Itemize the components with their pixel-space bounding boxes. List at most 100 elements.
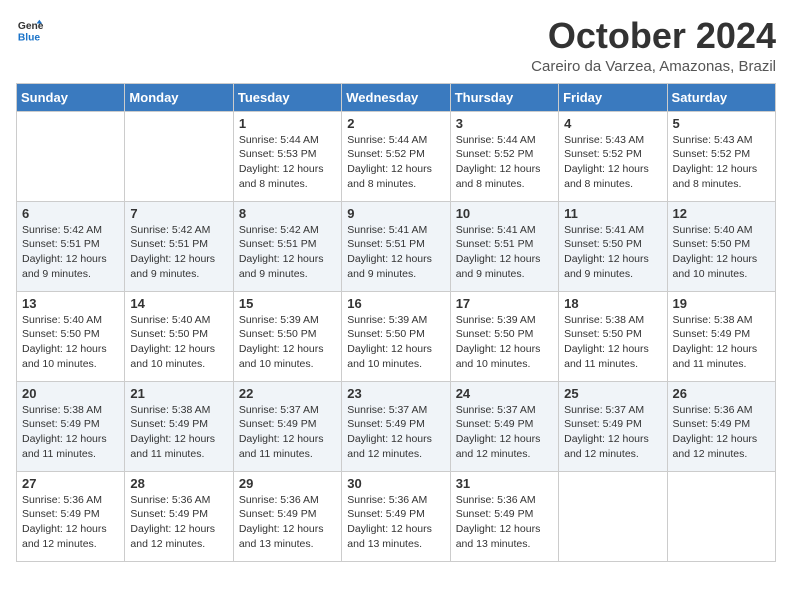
day-number: 4 <box>564 116 661 131</box>
calendar-cell: 20 Sunrise: 5:38 AM Sunset: 5:49 PM Dayli… <box>17 381 125 471</box>
day-info: Sunrise: 5:36 AM Sunset: 5:49 PM Dayligh… <box>347 493 444 552</box>
calendar-week-5: 27 Sunrise: 5:36 AM Sunset: 5:49 PM Dayli… <box>17 471 776 561</box>
calendar-cell: 11 Sunrise: 5:41 AM Sunset: 5:50 PM Dayli… <box>559 201 667 291</box>
day-number: 8 <box>239 206 336 221</box>
calendar-cell: 22Sunrise: 5:37 AM Sunset: 5:49 PM Dayli… <box>233 381 341 471</box>
logo: General Blue <box>16 16 44 44</box>
day-number: 12 <box>673 206 770 221</box>
day-number: 31 <box>456 476 553 491</box>
calendar-cell: 3 Sunrise: 5:44 AM Sunset: 5:52 PM Daylig… <box>450 111 558 201</box>
calendar-cell: 30Sunrise: 5:36 AM Sunset: 5:49 PM Dayli… <box>342 471 450 561</box>
day-number: 6 <box>22 206 119 221</box>
svg-text:Blue: Blue <box>18 32 41 43</box>
day-info: Sunrise: 5:36 AM Sunset: 5:49 PM Dayligh… <box>130 493 227 552</box>
calendar-cell <box>667 471 775 561</box>
day-number: 1 <box>239 116 336 131</box>
day-info: Sunrise: 5:39 AM Sunset: 5:50 PM Dayligh… <box>347 313 444 372</box>
day-info: Sunrise: 5:37 AM Sunset: 5:49 PM Dayligh… <box>456 403 553 462</box>
day-number: 23 <box>347 386 444 401</box>
day-info: Sunrise: 5:38 AM Sunset: 5:49 PM Dayligh… <box>130 403 227 462</box>
day-number: 29 <box>239 476 336 491</box>
calendar-cell: 4Sunrise: 5:43 AM Sunset: 5:52 PM Daylig… <box>559 111 667 201</box>
calendar-cell: 26 Sunrise: 5:36 AM Sunset: 5:49 PM Dayli… <box>667 381 775 471</box>
calendar-cell: 1 Sunrise: 5:44 AM Sunset: 5:53 PM Daylig… <box>233 111 341 201</box>
day-info: Sunrise: 5:38 AM Sunset: 5:49 PM Dayligh… <box>22 403 119 462</box>
day-number: 9 <box>347 206 444 221</box>
day-info: Sunrise: 5:42 AM Sunset: 5:51 PM Dayligh… <box>130 223 227 282</box>
calendar-cell: 9Sunrise: 5:41 AM Sunset: 5:51 PM Daylig… <box>342 201 450 291</box>
day-number: 28 <box>130 476 227 491</box>
calendar-cell <box>125 111 233 201</box>
calendar-cell: 16Sunrise: 5:39 AM Sunset: 5:50 PM Dayli… <box>342 291 450 381</box>
day-number: 2 <box>347 116 444 131</box>
day-info: Sunrise: 5:42 AM Sunset: 5:51 PM Dayligh… <box>239 223 336 282</box>
calendar-cell: 13Sunrise: 5:40 AM Sunset: 5:50 PM Dayli… <box>17 291 125 381</box>
calendar-cell: 2 Sunrise: 5:44 AM Sunset: 5:52 PM Daylig… <box>342 111 450 201</box>
day-info: Sunrise: 5:44 AM Sunset: 5:53 PM Dayligh… <box>239 133 336 192</box>
day-info: Sunrise: 5:36 AM Sunset: 5:49 PM Dayligh… <box>673 403 770 462</box>
calendar-cell: 7 Sunrise: 5:42 AM Sunset: 5:51 PM Daylig… <box>125 201 233 291</box>
page-header: General Blue October 2024 Careiro da Var… <box>16 16 776 75</box>
weekday-header-sunday: Sunday <box>17 83 125 111</box>
day-number: 3 <box>456 116 553 131</box>
calendar-cell: 17 Sunrise: 5:39 AM Sunset: 5:50 PM Dayli… <box>450 291 558 381</box>
day-number: 17 <box>456 296 553 311</box>
day-number: 27 <box>22 476 119 491</box>
day-number: 18 <box>564 296 661 311</box>
day-info: Sunrise: 5:41 AM Sunset: 5:51 PM Dayligh… <box>456 223 553 282</box>
calendar-cell: 6Sunrise: 5:42 AM Sunset: 5:51 PM Daylig… <box>17 201 125 291</box>
calendar-cell: 29Sunrise: 5:36 AM Sunset: 5:49 PM Dayli… <box>233 471 341 561</box>
weekday-header-thursday: Thursday <box>450 83 558 111</box>
day-number: 22 <box>239 386 336 401</box>
day-info: Sunrise: 5:40 AM Sunset: 5:50 PM Dayligh… <box>22 313 119 372</box>
calendar-cell: 18Sunrise: 5:38 AM Sunset: 5:50 PM Dayli… <box>559 291 667 381</box>
weekday-header-monday: Monday <box>125 83 233 111</box>
calendar-cell: 27 Sunrise: 5:36 AM Sunset: 5:49 PM Dayli… <box>17 471 125 561</box>
day-number: 24 <box>456 386 553 401</box>
day-info: Sunrise: 5:40 AM Sunset: 5:50 PM Dayligh… <box>673 223 770 282</box>
weekday-header-friday: Friday <box>559 83 667 111</box>
calendar-body: 1 Sunrise: 5:44 AM Sunset: 5:53 PM Daylig… <box>17 111 776 561</box>
calendar-cell: 12 Sunrise: 5:40 AM Sunset: 5:50 PM Dayli… <box>667 201 775 291</box>
day-number: 26 <box>673 386 770 401</box>
calendar-cell: 8 Sunrise: 5:42 AM Sunset: 5:51 PM Daylig… <box>233 201 341 291</box>
day-number: 11 <box>564 206 661 221</box>
day-number: 20 <box>22 386 119 401</box>
day-number: 5 <box>673 116 770 131</box>
day-info: Sunrise: 5:37 AM Sunset: 5:49 PM Dayligh… <box>347 403 444 462</box>
calendar-week-4: 20 Sunrise: 5:38 AM Sunset: 5:49 PM Dayli… <box>17 381 776 471</box>
calendar-week-3: 13Sunrise: 5:40 AM Sunset: 5:50 PM Dayli… <box>17 291 776 381</box>
day-number: 7 <box>130 206 227 221</box>
day-number: 15 <box>239 296 336 311</box>
day-info: Sunrise: 5:44 AM Sunset: 5:52 PM Dayligh… <box>456 133 553 192</box>
logo-icon: General Blue <box>16 16 44 44</box>
calendar-cell: 21 Sunrise: 5:38 AM Sunset: 5:49 PM Dayli… <box>125 381 233 471</box>
day-info: Sunrise: 5:40 AM Sunset: 5:50 PM Dayligh… <box>130 313 227 372</box>
calendar-cell: 23 Sunrise: 5:37 AM Sunset: 5:49 PM Dayli… <box>342 381 450 471</box>
calendar-cell: 25 Sunrise: 5:37 AM Sunset: 5:49 PM Dayli… <box>559 381 667 471</box>
calendar-cell <box>559 471 667 561</box>
day-info: Sunrise: 5:43 AM Sunset: 5:52 PM Dayligh… <box>673 133 770 192</box>
day-info: Sunrise: 5:41 AM Sunset: 5:50 PM Dayligh… <box>564 223 661 282</box>
day-number: 21 <box>130 386 227 401</box>
calendar-cell: 15Sunrise: 5:39 AM Sunset: 5:50 PM Dayli… <box>233 291 341 381</box>
calendar-cell: 10Sunrise: 5:41 AM Sunset: 5:51 PM Dayli… <box>450 201 558 291</box>
weekday-header-saturday: Saturday <box>667 83 775 111</box>
calendar-header-row: SundayMondayTuesdayWednesdayThursdayFrid… <box>17 83 776 111</box>
calendar-cell: 19Sunrise: 5:38 AM Sunset: 5:49 PM Dayli… <box>667 291 775 381</box>
day-info: Sunrise: 5:44 AM Sunset: 5:52 PM Dayligh… <box>347 133 444 192</box>
weekday-header-wednesday: Wednesday <box>342 83 450 111</box>
calendar-cell <box>17 111 125 201</box>
day-info: Sunrise: 5:36 AM Sunset: 5:49 PM Dayligh… <box>22 493 119 552</box>
weekday-header-tuesday: Tuesday <box>233 83 341 111</box>
day-number: 19 <box>673 296 770 311</box>
day-info: Sunrise: 5:39 AM Sunset: 5:50 PM Dayligh… <box>456 313 553 372</box>
title-block: October 2024 Careiro da Varzea, Amazonas… <box>531 16 776 75</box>
calendar-table: SundayMondayTuesdayWednesdayThursdayFrid… <box>16 83 776 562</box>
day-info: Sunrise: 5:37 AM Sunset: 5:49 PM Dayligh… <box>564 403 661 462</box>
calendar-cell: 28 Sunrise: 5:36 AM Sunset: 5:49 PM Dayli… <box>125 471 233 561</box>
calendar-week-1: 1 Sunrise: 5:44 AM Sunset: 5:53 PM Daylig… <box>17 111 776 201</box>
day-info: Sunrise: 5:36 AM Sunset: 5:49 PM Dayligh… <box>456 493 553 552</box>
calendar-cell: 14Sunrise: 5:40 AM Sunset: 5:50 PM Dayli… <box>125 291 233 381</box>
day-number: 25 <box>564 386 661 401</box>
